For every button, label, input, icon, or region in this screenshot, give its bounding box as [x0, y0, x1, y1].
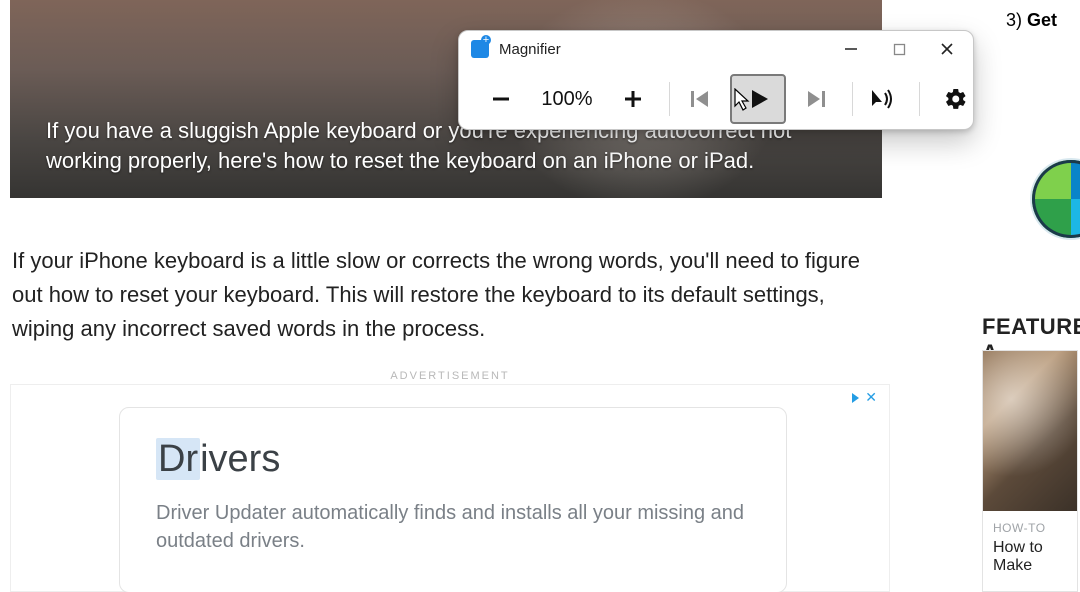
- read-aloud-cursor-button[interactable]: [859, 77, 907, 121]
- play-icon: [746, 87, 770, 111]
- zoom-out-button[interactable]: [477, 77, 525, 121]
- close-button[interactable]: [933, 37, 961, 61]
- ad-close-controls[interactable]: ✕: [852, 389, 877, 406]
- cursor-speaker-icon: [870, 88, 896, 110]
- ad-title: Drivers: [156, 438, 750, 481]
- sidebar-step3-text: Get: [1027, 10, 1057, 30]
- separator: [852, 82, 853, 116]
- sidebar-card-image: [983, 351, 1077, 511]
- magnifier-window[interactable]: Magnifier 100%: [458, 30, 974, 130]
- brand-swirl-icon[interactable]: [1032, 160, 1080, 238]
- ad-description: Driver Updater automatically finds and i…: [156, 499, 750, 555]
- maximize-button[interactable]: [885, 37, 913, 61]
- advertisement-label: ADVERTISEMENT: [10, 370, 890, 382]
- settings-button[interactable]: [932, 77, 974, 121]
- magnifier-app-icon: [471, 40, 489, 58]
- zoom-level: 100%: [535, 88, 599, 111]
- magnifier-toolbar: 100%: [459, 67, 973, 130]
- window-controls: [837, 37, 961, 61]
- sidebar: 3) Get FEATURED A HOW-TO How to Make: [982, 0, 1080, 592]
- sidebar-step-3: 3) Get: [1006, 10, 1057, 31]
- sidebar-step3-prefix: 3): [1006, 10, 1027, 30]
- adchoices-icon[interactable]: [852, 393, 859, 403]
- plus-icon: [622, 88, 644, 110]
- sidebar-card-category: HOW-TO: [993, 521, 1077, 535]
- next-button[interactable]: [792, 77, 840, 121]
- options-cluster: [859, 77, 974, 121]
- ad-title-highlight: Dr: [156, 438, 200, 480]
- minimize-button[interactable]: [837, 37, 865, 61]
- zoom-cluster: 100%: [477, 77, 676, 121]
- ad-close-icon[interactable]: ✕: [865, 389, 877, 406]
- separator: [919, 82, 920, 116]
- magnifier-title: Magnifier: [499, 41, 837, 58]
- sidebar-featured-card[interactable]: HOW-TO How to Make: [982, 350, 1078, 592]
- page-root: If you have a sluggish Apple keyboard or…: [0, 0, 1080, 592]
- ad-card[interactable]: Drivers Driver Updater automatically fin…: [119, 407, 787, 592]
- separator: [669, 82, 670, 116]
- ad-title-rest: ivers: [200, 438, 280, 480]
- previous-icon: [688, 87, 712, 111]
- zoom-in-button[interactable]: [609, 77, 657, 121]
- playback-cluster: [676, 74, 859, 124]
- magnifier-titlebar[interactable]: Magnifier: [459, 31, 973, 67]
- sidebar-card-title: How to Make: [993, 539, 1077, 575]
- play-button[interactable]: [730, 74, 786, 124]
- advertisement-frame: ✕ Drivers Driver Updater automatically f…: [10, 384, 890, 592]
- gear-icon: [944, 87, 968, 111]
- previous-button[interactable]: [676, 77, 724, 121]
- minus-icon: [490, 88, 512, 110]
- next-icon: [804, 87, 828, 111]
- article-paragraph: If your iPhone keyboard is a little slow…: [12, 244, 888, 346]
